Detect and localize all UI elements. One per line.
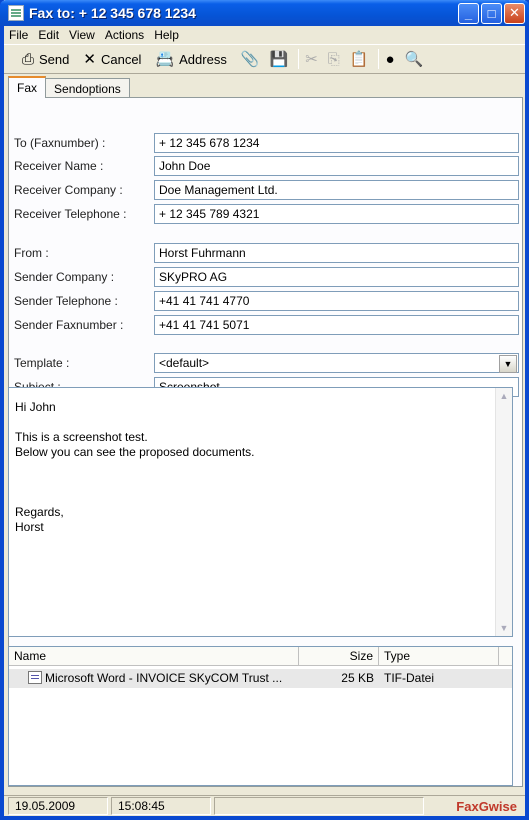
message-line <box>15 490 506 505</box>
menu-actions[interactable]: Actions <box>100 28 149 42</box>
cut-icon[interactable]: ✂ <box>305 50 318 68</box>
message-line <box>15 460 506 475</box>
template-select[interactable]: <default> <box>154 353 519 373</box>
attachments-list: Name Size Type Microsoft Word - INVOICE … <box>8 646 513 786</box>
receiver-name-label: Receiver Name : <box>14 159 104 173</box>
paste-icon[interactable]: 📋 <box>350 50 369 68</box>
to-label: To (Faxnumber) : <box>14 136 106 150</box>
status-date: 19.05.2009 <box>8 797 108 815</box>
menu-help[interactable]: Help <box>149 28 184 42</box>
minimize-button[interactable]: _ <box>458 2 479 24</box>
receiver-name-input[interactable]: John Doe <box>154 156 519 176</box>
message-line: Below you can see the proposed documents… <box>15 445 255 459</box>
search-icon[interactable]: 🔍 <box>405 50 424 68</box>
message-line: Horst <box>15 520 44 534</box>
window-title: Fax to: + 12 345 678 1234 <box>29 5 196 21</box>
column-header-type[interactable]: Type <box>379 647 499 665</box>
tab-fax[interactable]: Fax <box>8 76 47 98</box>
sender-company-label: Sender Company : <box>14 270 115 284</box>
toolbar-separator <box>298 49 300 69</box>
status-bar: 19.05.2009 15:08:45 FaxGwise <box>4 795 525 816</box>
template-label: Template : <box>14 356 70 370</box>
cancel-button[interactable]: ✕ Cancel <box>83 50 141 68</box>
address-button[interactable]: 📇 Address <box>155 50 226 68</box>
sender-company-input[interactable]: SKyPRO AG <box>154 267 519 287</box>
cancel-label: Cancel <box>100 51 142 67</box>
message-line <box>15 415 506 430</box>
attachment-size: 25 KB <box>341 671 374 685</box>
title-bar[interactable]: Fax to: + 12 345 678 1234 _ □ ✕ <box>0 0 529 26</box>
tif-file-icon <box>28 671 42 684</box>
address-book-icon: 📇 <box>155 51 175 68</box>
sender-fax-row: Sender Faxnumber : +41 41 741 5071 <box>9 315 524 335</box>
contacts-icon[interactable]: ● <box>385 51 394 68</box>
status-empty-cell <box>214 797 424 815</box>
send-button[interactable]: ⎙ Send <box>22 51 69 68</box>
receiver-phone-label: Receiver Telephone : <box>14 207 127 221</box>
template-row: Template : <default> <box>9 353 524 373</box>
attachment-name: Microsoft Word - INVOICE SKyCOM Trust ..… <box>45 671 283 685</box>
message-line <box>15 475 506 490</box>
sender-phone-label: Sender Telephone : <box>14 294 118 308</box>
from-input[interactable]: Horst Fuhrmann <box>154 243 519 263</box>
address-label: Address <box>179 51 227 67</box>
attachment-row[interactable]: Microsoft Word - INVOICE SKyCOM Trust ..… <box>9 669 512 688</box>
receiver-company-row: Receiver Company : Doe Management Ltd. <box>9 180 524 200</box>
fax-app-icon <box>8 5 24 21</box>
menu-file[interactable]: File <box>4 28 33 42</box>
copy-icon[interactable]: ⎘ <box>328 51 340 68</box>
menu-edit[interactable]: Edit <box>33 28 64 42</box>
message-line: This is a screenshot test. <box>15 430 148 444</box>
from-row: From : Horst Fuhrmann <box>9 243 524 263</box>
from-label: From : <box>14 246 49 260</box>
to-faxnumber-input[interactable]: + 12 345 678 1234 <box>154 133 519 153</box>
sender-company-row: Sender Company : SKyPRO AG <box>9 267 524 287</box>
message-line: Regards, <box>15 505 64 519</box>
receiver-name-row: Receiver Name : John Doe <box>9 156 524 176</box>
tab-sendoptions[interactable]: Sendoptions <box>45 78 130 98</box>
toolbar-separator-2 <box>378 49 380 69</box>
receiver-phone-row: Receiver Telephone : + 12 345 789 4321 <box>9 204 524 224</box>
menu-bar: File Edit View Actions Help <box>4 26 525 44</box>
message-scrollbar[interactable]: ▲ ▼ <box>495 388 512 636</box>
send-fax-icon: ⎙ <box>22 50 35 68</box>
scroll-up-icon[interactable]: ▲ <box>496 388 512 404</box>
maximize-button[interactable]: □ <box>481 2 502 24</box>
attachments-header: Name Size Type <box>9 647 512 666</box>
to-row: To (Faxnumber) : + 12 345 678 1234 <box>9 133 524 153</box>
sender-phone-row: Sender Telephone : +41 41 741 4770 <box>9 291 524 311</box>
tab-strip: Fax Sendoptions <box>8 76 130 98</box>
status-time: 15:08:45 <box>111 797 211 815</box>
receiver-company-input[interactable]: Doe Management Ltd. <box>154 180 519 200</box>
receiver-company-label: Receiver Company : <box>14 183 123 197</box>
column-header-name[interactable]: Name <box>9 647 299 665</box>
faxgwise-brand-logo: FaxGwise <box>456 798 517 814</box>
cancel-x-icon: ✕ <box>83 51 96 68</box>
menu-view[interactable]: View <box>64 28 100 42</box>
attach-paperclip-icon[interactable]: 📎 <box>241 50 260 68</box>
sender-phone-input[interactable]: +41 41 741 4770 <box>154 291 519 311</box>
toolbar: ⎙ Send ✕ Cancel 📇 Address 📎 💾 ✂ ⎘ 📋 ● 🔍 <box>4 44 525 74</box>
fax-window: Fax to: + 12 345 678 1234 _ □ ✕ File Edi… <box>0 0 529 820</box>
scroll-down-icon[interactable]: ▼ <box>496 620 512 636</box>
sender-fax-input[interactable]: +41 41 741 5071 <box>154 315 519 335</box>
attachment-type: TIF-Datei <box>384 671 435 685</box>
save-disk-icon[interactable]: 💾 <box>270 50 289 68</box>
column-header-size[interactable]: Size <box>299 647 379 665</box>
message-line: Hi John <box>15 400 56 414</box>
attachment-name-cell: Microsoft Word - INVOICE SKyCOM Trust ..… <box>9 669 299 688</box>
message-body-textarea[interactable]: Hi John This is a screenshot test. Below… <box>8 387 513 637</box>
close-button[interactable]: ✕ <box>504 2 525 24</box>
send-label: Send <box>39 51 70 67</box>
receiver-phone-input[interactable]: + 12 345 789 4321 <box>154 204 519 224</box>
sender-fax-label: Sender Faxnumber : <box>14 318 124 332</box>
